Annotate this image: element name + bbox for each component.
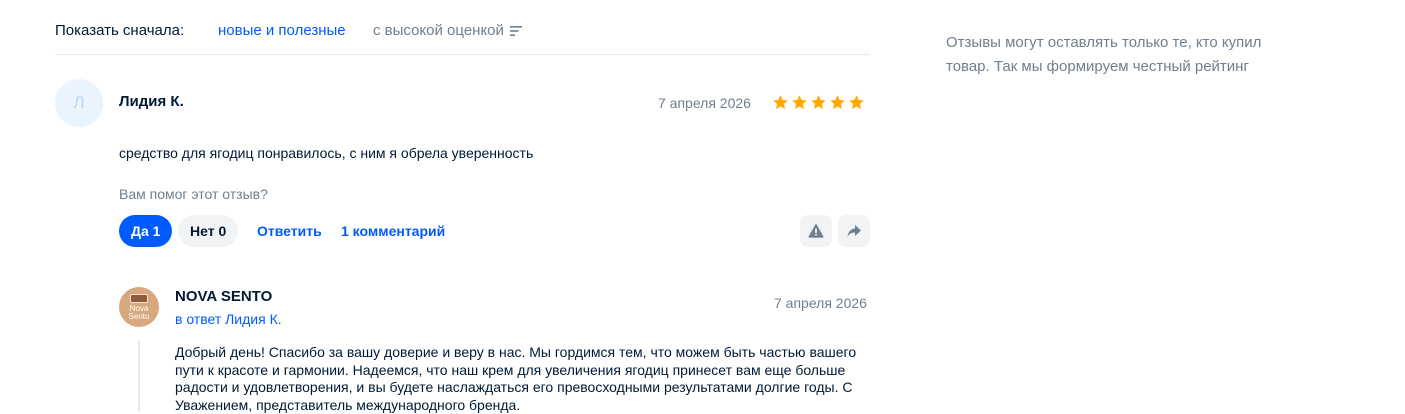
helpful-question: Вам помог этот отзыв? bbox=[119, 186, 268, 202]
helpful-yes-button[interactable]: Да 1 bbox=[119, 215, 173, 247]
sort-option-new-useful[interactable]: новые и полезные bbox=[218, 22, 346, 39]
star-icon bbox=[811, 95, 826, 109]
report-button[interactable] bbox=[800, 215, 832, 247]
avatar: Л bbox=[55, 79, 103, 127]
star-icon bbox=[792, 95, 807, 109]
thread-line bbox=[138, 341, 140, 411]
sort-label: Показать сначала: bbox=[55, 22, 185, 39]
review-date: 7 апреля 2026 bbox=[658, 95, 751, 111]
review-author: Лидия К. bbox=[119, 93, 184, 110]
side-note: Отзывы могут оставлять только те, кто ку… bbox=[946, 34, 1262, 75]
sort-icon bbox=[509, 25, 522, 36]
sort-divider bbox=[55, 54, 870, 55]
reply-date: 7 апреля 2026 bbox=[774, 295, 867, 311]
share-icon bbox=[847, 225, 861, 237]
star-icon bbox=[830, 95, 845, 109]
seller-avatar: Nova Sento bbox=[119, 287, 159, 327]
star-icon bbox=[773, 95, 788, 109]
reply-to-link[interactable]: в ответ Лидия К. bbox=[175, 311, 282, 327]
star-icon bbox=[849, 95, 864, 109]
sort-option-label: с высокой оценкой bbox=[373, 22, 504, 39]
seller-logo-jar bbox=[130, 293, 148, 303]
rating-stars bbox=[772, 94, 865, 111]
avatar-letter: Л bbox=[73, 93, 85, 112]
sort-option-high-rating[interactable]: с высокой оценкой bbox=[373, 22, 522, 39]
comments-link[interactable]: 1 комментарий bbox=[341, 223, 445, 239]
report-icon bbox=[808, 223, 824, 238]
seller-name: NOVA SENTO bbox=[175, 288, 273, 305]
review-text: средство для ягодиц понравилось, с ним я… bbox=[119, 145, 534, 161]
seller-logo-text: Nova Sento bbox=[128, 303, 150, 321]
reply-link[interactable]: Ответить bbox=[257, 223, 322, 239]
share-button[interactable] bbox=[838, 215, 870, 247]
reply-text: Добрый день! Спасибо за вашу доверие и в… bbox=[175, 344, 857, 413]
helpful-no-button[interactable]: Нет 0 bbox=[178, 215, 239, 247]
